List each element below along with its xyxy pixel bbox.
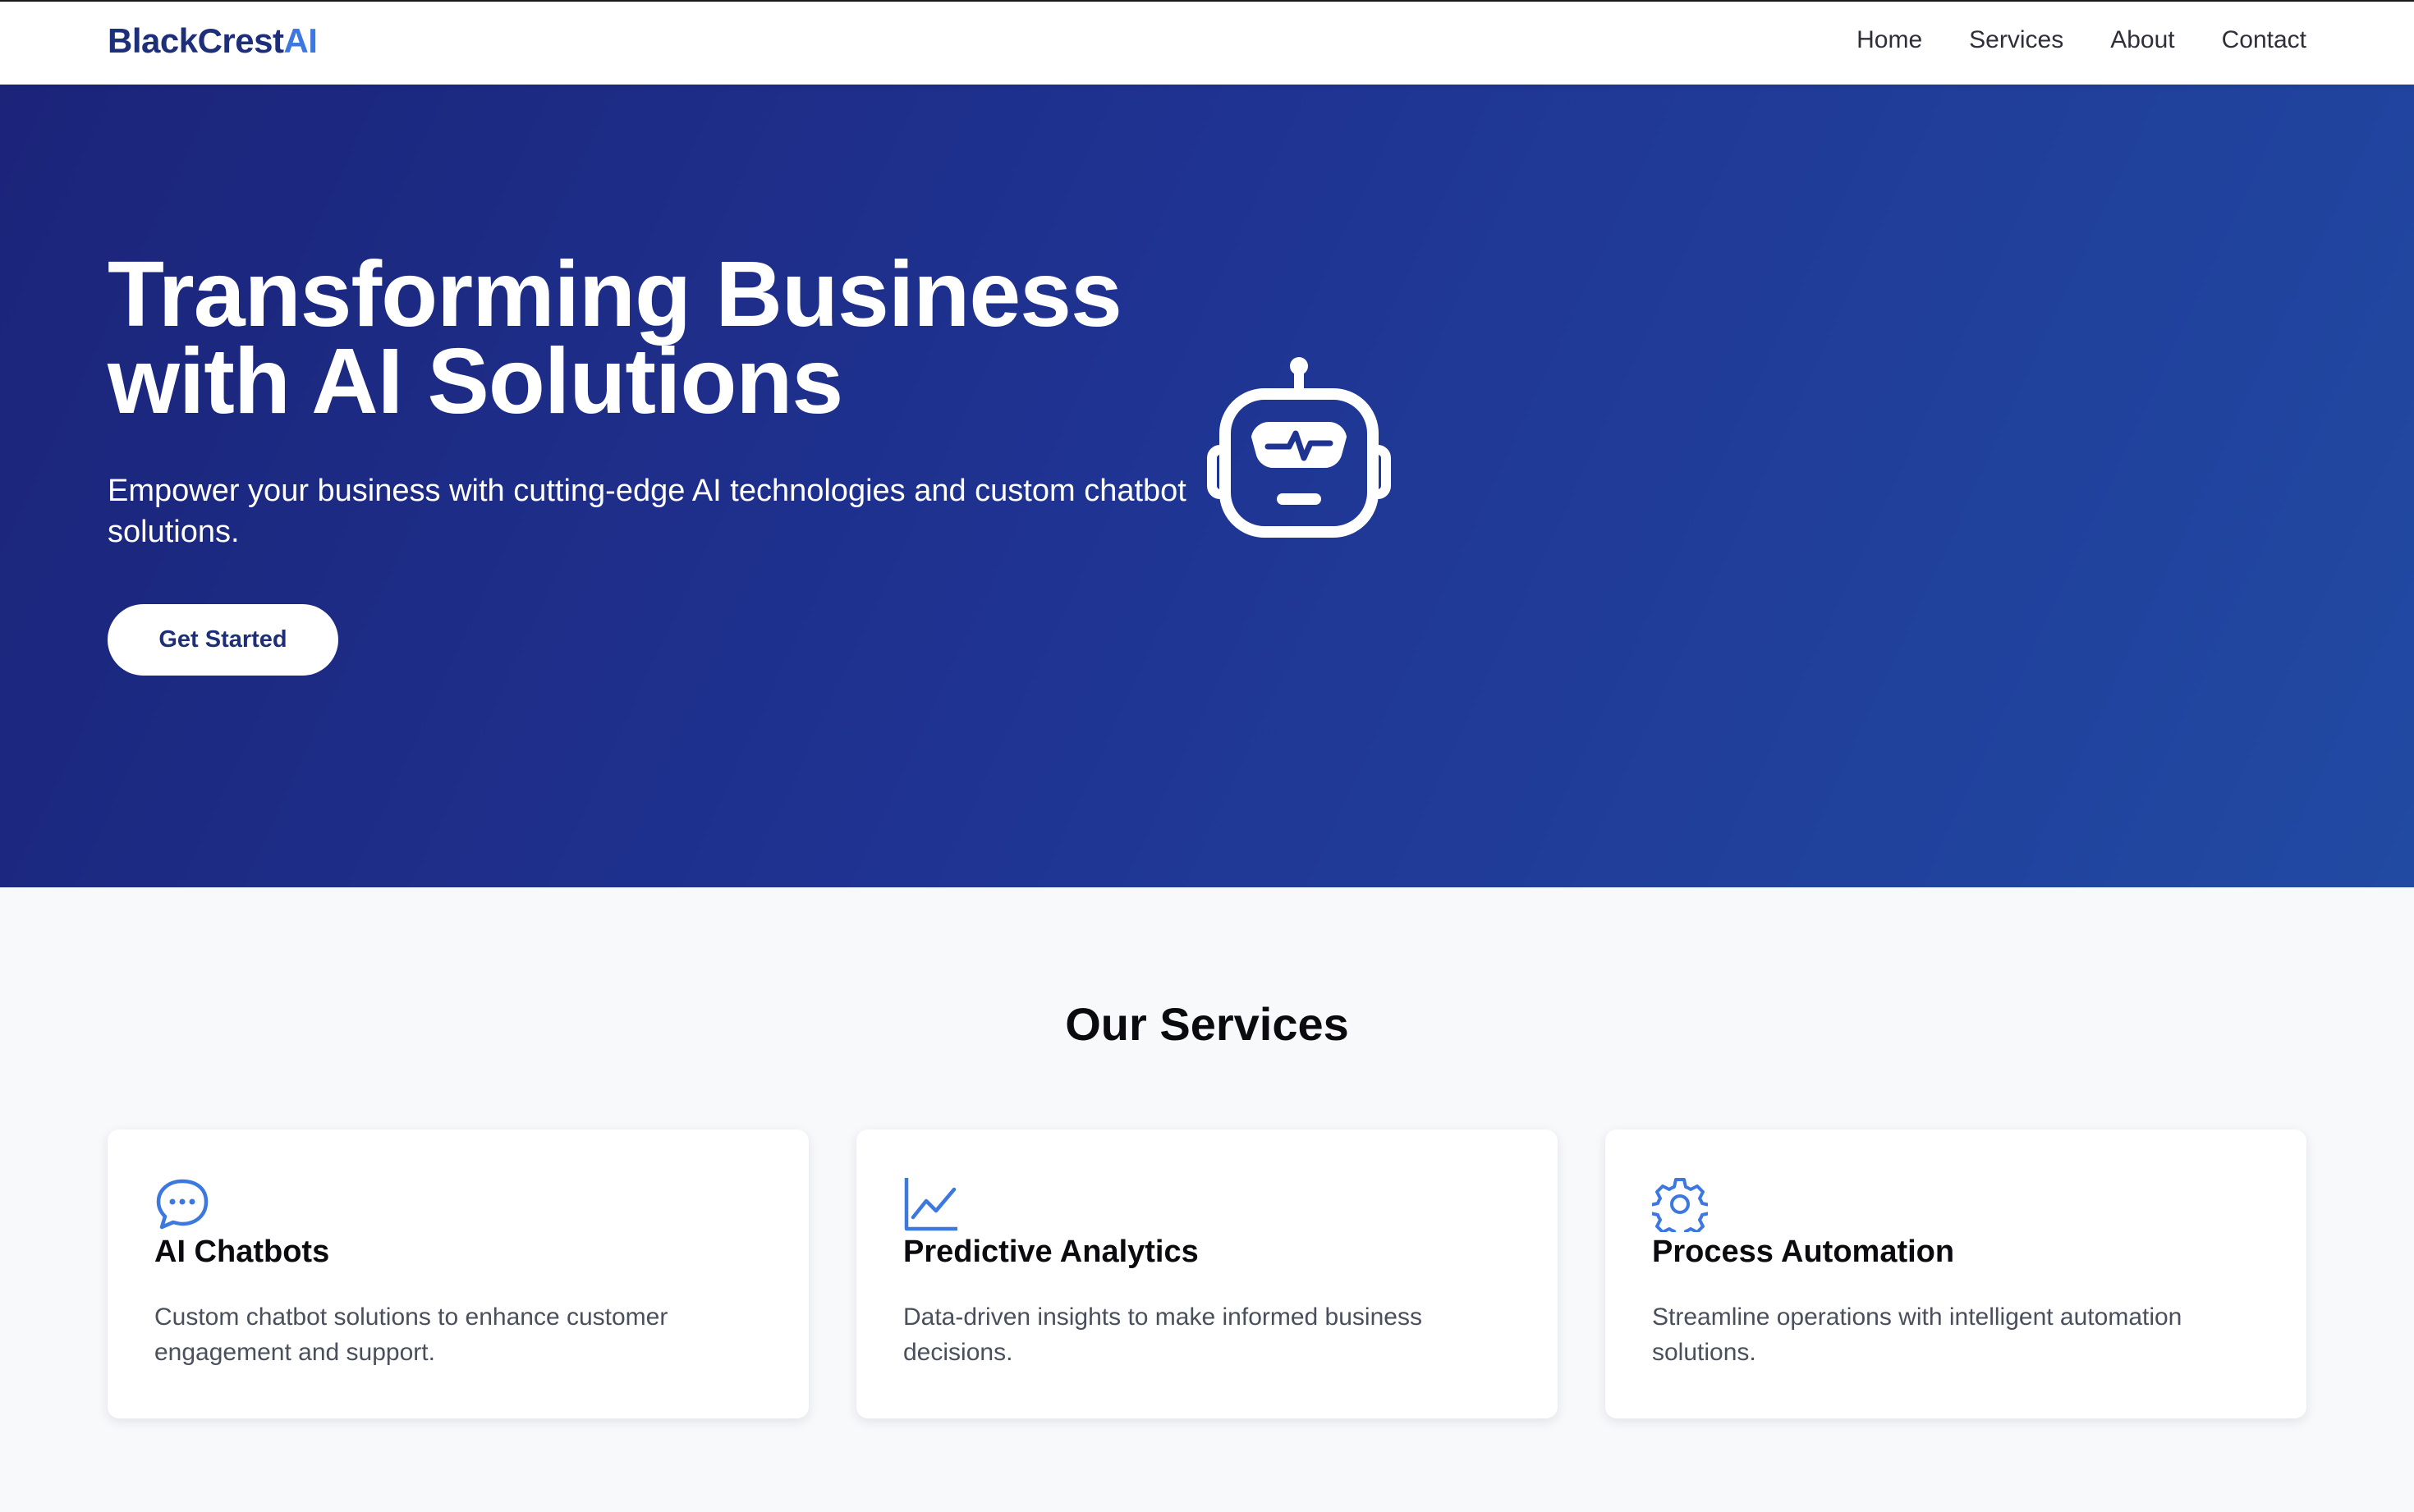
brand-accent: AI	[283, 21, 318, 60]
gear-icon	[1652, 1178, 1708, 1232]
nav-link-services[interactable]: Services	[1969, 26, 2063, 54]
nav-link-home[interactable]: Home	[1856, 26, 1922, 54]
brand-logo[interactable]: BlackCrestAI	[108, 21, 318, 61]
robot-icon	[1207, 357, 1391, 538]
get-started-button[interactable]: Get Started	[108, 604, 338, 676]
service-description: Streamline operations with intelligent a…	[1652, 1304, 2182, 1366]
service-card-process-automation[interactable]: Process Automation Streamline operations…	[1605, 1129, 2306, 1418]
service-card-ai-chatbots[interactable]: AI Chatbots Custom chatbot solutions to …	[108, 1129, 809, 1418]
hero-title-line-2: with AI Solutions	[108, 329, 843, 433]
chat-bubble-icon	[156, 1179, 209, 1230]
nav-links: Home Services About Contact	[1856, 26, 2306, 54]
nav-link-contact[interactable]: Contact	[2222, 26, 2306, 54]
service-title: Process Automation	[1652, 1235, 1955, 1269]
line-chart-icon	[904, 1178, 957, 1231]
service-description: Data-driven insights to make informed bu…	[903, 1304, 1422, 1366]
service-description: Custom chatbot solutions to enhance cust…	[154, 1304, 668, 1366]
hero-subtitle: Empower your business with cutting-edge …	[108, 474, 1186, 549]
hero-title-line-1: Transforming Business	[108, 242, 1122, 346]
brand-name: BlackCrest	[108, 21, 284, 60]
nav-link-about[interactable]: About	[2110, 26, 2174, 54]
service-card-predictive-analytics[interactable]: Predictive Analytics Data-driven insight…	[856, 1129, 1558, 1418]
navbar: BlackCrestAI Home Services About Contact	[0, 2, 2414, 85]
service-title: Predictive Analytics	[903, 1235, 1199, 1269]
service-title: AI Chatbots	[154, 1235, 330, 1269]
services-heading: Our Services	[1065, 998, 1349, 1050]
hero-title: Transforming Business with AI Solutions	[108, 242, 1257, 433]
hero-section: Transforming Business with AI Solutions …	[0, 85, 2414, 887]
